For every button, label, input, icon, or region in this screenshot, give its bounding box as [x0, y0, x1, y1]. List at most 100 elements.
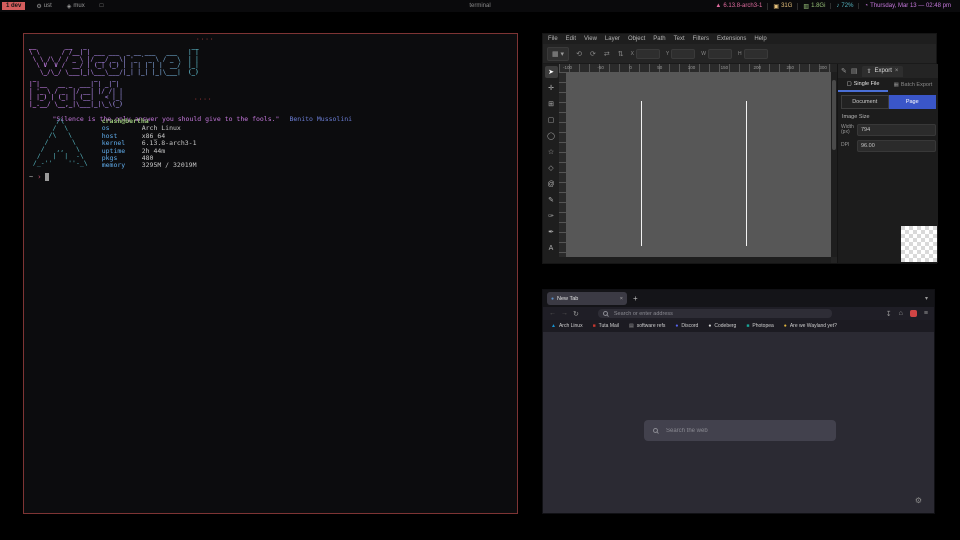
- toolbox: ➤ ✛ ⊞ ▢ ◯ ☆ ◇ @ ✎ ✑ ✒ A: [543, 64, 559, 263]
- menu-filters[interactable]: Filters: [693, 36, 709, 42]
- navbar-right-icons: ↧ ⌂ ≡: [886, 310, 928, 318]
- browser-window[interactable]: ● New Tab × + ▾ ← → ↻ ↧ ⌂ ≡ ▲Arch Linux: [542, 289, 935, 514]
- export-dialog-tab[interactable]: ⇧ Export ×: [862, 66, 904, 77]
- bookmark-arch-linux[interactable]: ▲Arch Linux: [551, 323, 583, 329]
- rotate-cw-icon[interactable]: ⟳: [589, 50, 597, 58]
- focused-window-title: terminal: [0, 3, 960, 9]
- reload-icon[interactable]: ↻: [573, 310, 579, 318]
- menu-file[interactable]: File: [548, 36, 558, 42]
- flip-vertical-icon[interactable]: ⇅: [617, 50, 625, 58]
- horizontal-ruler[interactable]: -100 -50 0 50 100 150 200 250 300: [559, 64, 831, 72]
- bookmark-tuta-mail[interactable]: ■Tuta Mail: [593, 323, 619, 329]
- url-input[interactable]: [612, 310, 827, 318]
- downloads-icon[interactable]: ↧: [886, 310, 892, 318]
- scrollbar-thumb[interactable]: [832, 80, 836, 150]
- export-panel: ✎ ▤ ⇧ Export × ▢ Single File ▦ Batch Exp…: [837, 64, 938, 263]
- menu-help[interactable]: Help: [754, 36, 766, 42]
- text-tool-icon[interactable]: A: [545, 242, 558, 254]
- tab-title: New Tab: [557, 296, 578, 302]
- inkscape-canvas[interactable]: [566, 72, 831, 257]
- x-field[interactable]: [636, 49, 660, 59]
- personalize-gear-icon[interactable]: ⚙: [915, 496, 922, 505]
- new-tab-button[interactable]: +: [633, 294, 638, 303]
- bookmark-are-we-wayland-yet[interactable]: ●Are we Wayland yet?: [784, 323, 837, 329]
- shell-prompt[interactable]: ~ ›: [29, 173, 49, 181]
- ruler-tick: -50: [597, 64, 604, 72]
- menu-hamburger-icon[interactable]: ≡: [924, 310, 928, 317]
- bookmark-label: Tuta Mail: [599, 323, 619, 329]
- menu-path[interactable]: Path: [653, 36, 665, 42]
- flip-horizontal-icon[interactable]: ⇄: [603, 50, 611, 58]
- ruler-tick: 250: [786, 64, 794, 72]
- menu-extensions[interactable]: Extensions: [717, 36, 746, 42]
- forward-icon[interactable]: →: [561, 310, 568, 317]
- calligraphy-tool-icon[interactable]: ✒: [545, 226, 558, 238]
- fetch-info: crash@bertha osArch Linux hostx86_64 ker…: [102, 118, 197, 170]
- w-field[interactable]: [708, 49, 732, 59]
- export-preview-checkerboard: [901, 226, 937, 262]
- rectangle-tool-icon[interactable]: ▢: [545, 114, 558, 126]
- url-bar[interactable]: [598, 309, 832, 318]
- inkscape-window[interactable]: File Edit View Layer Object Path Text Fi…: [542, 33, 937, 264]
- new-tab-page: ⚙: [543, 332, 934, 513]
- image-size-label: Image Size: [842, 114, 870, 120]
- menu-view[interactable]: View: [584, 36, 597, 42]
- browser-tab-new-tab[interactable]: ● New Tab ×: [547, 292, 627, 305]
- menu-edit[interactable]: Edit: [566, 36, 576, 42]
- width-label: Width (px): [841, 125, 854, 136]
- tab-single-file[interactable]: ▢ Single File: [838, 78, 888, 92]
- web-search-box[interactable]: [644, 420, 836, 441]
- bookmark-label: Are we Wayland yet?: [790, 323, 837, 329]
- page-scope-button[interactable]: Page: [889, 95, 937, 109]
- home-icon[interactable]: ⌂: [899, 310, 903, 317]
- canvas-horizontal-scrollbar[interactable]: [559, 257, 831, 263]
- arch-favicon: ▲: [551, 323, 556, 329]
- terminal-window[interactable]: __ __ _ __ \ \ / /__| | ___ ___ _ __ ___…: [23, 33, 518, 514]
- inkscape-menubar: File Edit View Layer Object Path Text Fi…: [543, 34, 936, 44]
- width-input[interactable]: [857, 124, 936, 136]
- tab-list-chevron-icon[interactable]: ▾: [925, 295, 928, 302]
- ublock-extension-icon[interactable]: [910, 310, 917, 317]
- menu-text[interactable]: Text: [674, 36, 685, 42]
- shape-builder-tool-icon[interactable]: ⊞: [545, 98, 558, 110]
- web-search-input[interactable]: [664, 427, 827, 435]
- dpi-field-row: DPI: [841, 139, 936, 153]
- bookmark-discord[interactable]: ●Discord: [675, 323, 698, 329]
- menu-layer[interactable]: Layer: [605, 36, 620, 42]
- tab-batch-export[interactable]: ▦ Batch Export: [888, 78, 938, 92]
- close-icon[interactable]: ×: [895, 68, 899, 74]
- vertical-ruler[interactable]: [559, 72, 566, 257]
- selection-mode-dropdown[interactable]: ▦ ▾: [547, 47, 569, 61]
- bookmark-photopea[interactable]: ■Photopea: [746, 323, 773, 329]
- bookmark-label: software refs: [637, 323, 666, 329]
- bookmark-label: Codeberg: [714, 323, 736, 329]
- selector-tool-icon[interactable]: ➤: [545, 66, 558, 78]
- rotate-ccw-icon[interactable]: ⟲: [575, 50, 583, 58]
- status-bar: 1 dev ⚙ ust ◈ mux □ terminal ▲ 6.13.8-ar…: [0, 0, 960, 12]
- export-icon: ⇧: [867, 68, 872, 75]
- banner-marks-bottom: ····: [194, 96, 212, 103]
- bookmark-folder-software-refs[interactable]: ▤software refs: [629, 323, 665, 329]
- h-field[interactable]: [744, 49, 768, 59]
- ruler-tick: 150: [721, 64, 729, 72]
- layers-dialog-icon[interactable]: ▤: [851, 67, 858, 75]
- dpi-input[interactable]: [857, 140, 936, 152]
- quote-author: Benito Mussolini: [279, 115, 352, 123]
- page-border-line: [641, 101, 642, 246]
- back-icon[interactable]: ←: [549, 310, 556, 317]
- close-tab-icon[interactable]: ×: [620, 296, 623, 302]
- spiral-tool-icon[interactable]: @: [545, 178, 558, 190]
- desktop: 1 dev ⚙ ust ◈ mux □ terminal ▲ 6.13.8-ar…: [0, 0, 960, 540]
- bookmark-codeberg[interactable]: ●Codeberg: [708, 323, 736, 329]
- node-tool-icon[interactable]: ✛: [545, 82, 558, 94]
- pen-tool-icon[interactable]: ✑: [545, 210, 558, 222]
- pencil-tool-icon[interactable]: ✎: [545, 194, 558, 206]
- ellipse-tool-icon[interactable]: ◯: [545, 130, 558, 142]
- box3d-tool-icon[interactable]: ◇: [545, 162, 558, 174]
- pencil-dialog-icon[interactable]: ✎: [841, 67, 847, 75]
- menu-object[interactable]: Object: [628, 36, 645, 42]
- star-tool-icon[interactable]: ☆: [545, 146, 558, 158]
- document-scope-button[interactable]: Document: [841, 95, 889, 109]
- codeberg-favicon: ●: [708, 323, 711, 329]
- y-field[interactable]: [671, 49, 695, 59]
